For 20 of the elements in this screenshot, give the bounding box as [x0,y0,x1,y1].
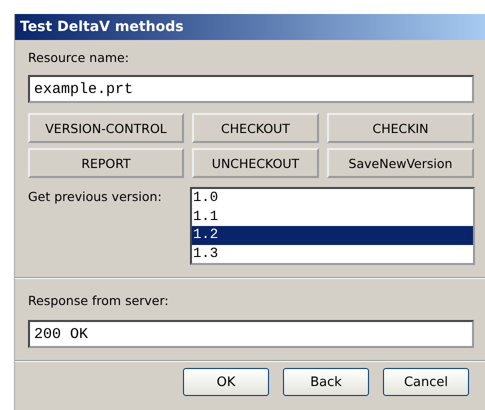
list-item[interactable]: 1.0 [192,189,473,208]
method-button[interactable]: CHECKOUT [192,113,319,143]
dialog-button[interactable]: Back [283,368,369,396]
dialog-button[interactable]: OK [183,368,269,396]
version-list[interactable]: 1.0 1.1 1.2 1.3 [190,187,475,265]
field-label: Get previous version: [28,188,163,206]
list-item[interactable]: 1.3 [192,244,473,263]
method-button[interactable]: REPORT [28,148,184,178]
response-field[interactable]: 200 OK [28,320,474,348]
method-button[interactable]: CHECKIN [327,113,474,143]
input-field[interactable]: example.prt [28,75,474,103]
field-label: Response from server: [28,293,170,308]
method-button[interactable]: UNCHECKOUT [192,148,319,178]
field-label: Resource name: [28,50,130,65]
list-item[interactable]: 1.1 [192,208,473,226]
list-item[interactable]: 1.2 [192,226,473,244]
window-title: Test DeltaV methods [15,14,485,40]
method-button[interactable]: SaveNewVersion [327,148,474,178]
method-button[interactable]: VERSION-CONTROL [28,113,184,143]
dialog-button[interactable]: Cancel [383,368,469,396]
